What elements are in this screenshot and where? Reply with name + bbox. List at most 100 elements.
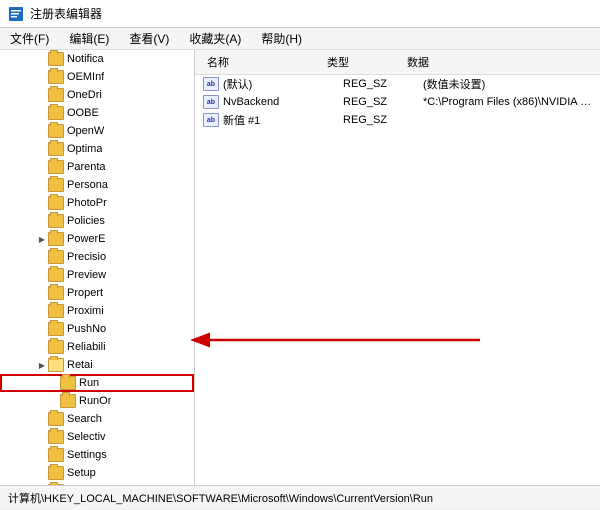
tree-item[interactable]: Notifica [0, 50, 194, 68]
title-bar: 注册表编辑器 [0, 0, 600, 28]
expand-icon[interactable] [36, 143, 48, 155]
tree-item[interactable]: OneDri [0, 86, 194, 104]
expand-icon[interactable] [36, 431, 48, 443]
tree-item[interactable]: Propert [0, 284, 194, 302]
tree-item-label: Run [79, 377, 99, 389]
tree-item-label: OneDri [67, 89, 102, 101]
tree-item-label: OpenW [67, 125, 104, 137]
expand-icon[interactable] [36, 89, 48, 101]
folder-icon [48, 124, 64, 138]
menu-favorites[interactable]: 收藏夹(A) [185, 28, 245, 49]
expand-icon[interactable] [36, 413, 48, 425]
tree-item-label: Preview [67, 269, 106, 281]
tree-item[interactable]: OpenW [0, 122, 194, 140]
menu-file[interactable]: 文件(F) [6, 28, 53, 49]
menu-edit[interactable]: 编辑(E) [65, 28, 113, 49]
tree-item-label: PushNo [67, 323, 106, 335]
registry-row[interactable]: ab(默认)REG_SZ(数值未设置) [195, 75, 600, 93]
tree-item[interactable]: Policies [0, 212, 194, 230]
registry-row[interactable]: abNvBackendREG_SZ*C:\Program Files (x86)… [195, 93, 600, 111]
tree-item[interactable]: Settings [0, 446, 194, 464]
col-header-name[interactable]: 名称 [203, 52, 323, 72]
menu-help[interactable]: 帮助(H) [257, 28, 306, 49]
tree-item-label: PowerE [67, 233, 106, 245]
tree-item-label: Parenta [67, 161, 106, 173]
expand-icon[interactable] [36, 269, 48, 281]
tree-item[interactable]: Selectiv [0, 428, 194, 446]
tree-item-label: Optima [67, 143, 102, 155]
tree-item-label: Retai [67, 359, 93, 371]
expand-icon[interactable]: ▶ [36, 233, 48, 245]
tree-item[interactable]: ▶ Retai [0, 356, 194, 374]
expand-icon[interactable] [36, 341, 48, 353]
tree-item[interactable]: Optima [0, 140, 194, 158]
tree-item-label: PhotoPr [67, 197, 107, 209]
tree-item[interactable]: ▶ PowerE [0, 230, 194, 248]
content-header: 名称 类型 数据 [195, 50, 600, 75]
status-bar: 计算机\HKEY_LOCAL_MACHINE\SOFTWARE\Microsof… [0, 485, 600, 509]
tree-item[interactable]: Search [0, 410, 194, 428]
reg-value-name: 新值 #1 [223, 112, 343, 128]
tree-item-label: Search [67, 413, 102, 425]
tree-item[interactable]: PhotoPr [0, 194, 194, 212]
main-area: Notifica OEMInf OneDri OOBE OpenW Optima Paren… [0, 50, 600, 485]
tree-item[interactable]: Reliabili [0, 338, 194, 356]
tree-item[interactable]: OEMInf [0, 68, 194, 86]
tree-item[interactable]: PushNo [0, 320, 194, 338]
tree-item[interactable]: RunOr [0, 392, 194, 410]
expand-icon[interactable] [36, 107, 48, 119]
registry-tree[interactable]: Notifica OEMInf OneDri OOBE OpenW Optima Paren… [0, 50, 195, 485]
reg-value-type: REG_SZ [343, 78, 423, 90]
expand-icon[interactable] [36, 323, 48, 335]
expand-icon[interactable]: ▶ [36, 359, 48, 371]
expand-icon[interactable] [48, 377, 60, 389]
registry-row[interactable]: ab新值 #1REG_SZ [195, 111, 600, 129]
expand-icon[interactable] [48, 395, 60, 407]
reg-value-icon: ab [203, 113, 219, 127]
tree-item[interactable]: Setup [0, 464, 194, 482]
folder-icon [48, 70, 64, 84]
tree-item[interactable]: OOBE [0, 104, 194, 122]
tree-item-label: Reliabili [67, 341, 106, 353]
expand-icon[interactable] [36, 161, 48, 173]
tree-item[interactable]: Run [0, 374, 194, 392]
folder-icon [48, 250, 64, 264]
expand-icon[interactable] [36, 71, 48, 83]
menu-view[interactable]: 查看(V) [125, 28, 173, 49]
folder-icon [48, 286, 64, 300]
folder-icon [48, 358, 64, 372]
expand-icon[interactable] [36, 53, 48, 65]
expand-icon[interactable] [36, 305, 48, 317]
tree-item-label: Setup [67, 467, 96, 479]
expand-icon[interactable] [36, 449, 48, 461]
expand-icon[interactable] [36, 467, 48, 479]
title-text: 注册表编辑器 [30, 5, 102, 22]
folder-icon [48, 88, 64, 102]
registry-content: 名称 类型 数据 ab(默认)REG_SZ(数值未设置)abNvBackendR… [195, 50, 600, 485]
expand-icon[interactable] [36, 197, 48, 209]
tree-item[interactable]: Preview [0, 266, 194, 284]
col-header-type[interactable]: 类型 [323, 52, 403, 72]
folder-icon [48, 304, 64, 318]
tree-item[interactable]: Parenta [0, 158, 194, 176]
folder-icon [60, 376, 76, 390]
tree-item-label: OEMInf [67, 71, 104, 83]
folder-icon [48, 142, 64, 156]
tree-item[interactable]: Precisio [0, 248, 194, 266]
reg-value-name: NvBackend [223, 96, 343, 108]
expand-icon[interactable] [36, 251, 48, 263]
reg-value-name: (默认) [223, 76, 343, 92]
tree-item-label: OOBE [67, 107, 99, 119]
tree-item[interactable]: Proximi [0, 302, 194, 320]
expand-icon[interactable] [36, 287, 48, 299]
col-header-data[interactable]: 数据 [403, 52, 592, 72]
expand-icon[interactable] [36, 125, 48, 137]
tree-item[interactable]: SharedI [0, 482, 194, 485]
tree-item[interactable]: Persona [0, 176, 194, 194]
expand-icon[interactable] [36, 179, 48, 191]
tree-item-label: Precisio [67, 251, 106, 263]
expand-icon[interactable] [36, 215, 48, 227]
folder-icon [48, 214, 64, 228]
tree-item-label: Persona [67, 179, 108, 191]
split-pane: Notifica OEMInf OneDri OOBE OpenW Optima Paren… [0, 50, 600, 485]
